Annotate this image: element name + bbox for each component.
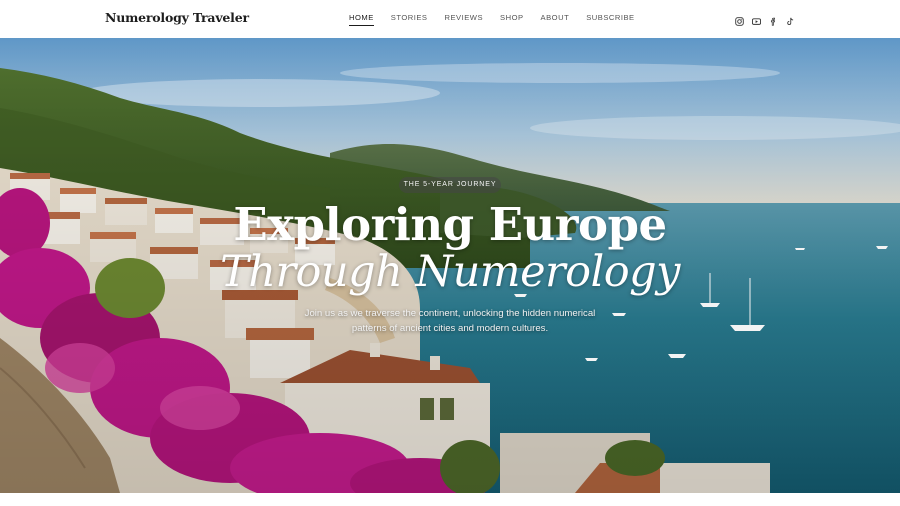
nav-stories[interactable]: STORIES: [391, 13, 428, 26]
hero-overlay: THE 5-YEAR JOURNEY Exploring Europe Thro…: [0, 38, 900, 493]
page-bottom-strip: [0, 493, 900, 506]
nav-subscribe[interactable]: SUBSCRIBE: [586, 13, 634, 26]
hero-section: THE 5-YEAR JOURNEY Exploring Europe Thro…: [0, 38, 900, 493]
hero-title-line2: Through Numerology: [220, 247, 680, 297]
nav-about[interactable]: ABOUT: [541, 13, 570, 26]
social-links: [735, 13, 795, 26]
hero-title-line1: Exploring Europe: [233, 198, 667, 251]
youtube-icon[interactable]: [752, 13, 761, 25]
nav-home[interactable]: HOME: [349, 13, 374, 26]
nav-reviews[interactable]: REVIEWS: [444, 13, 483, 26]
journey-badge: THE 5-YEAR JOURNEY: [399, 177, 501, 193]
nav-shop[interactable]: SHOP: [500, 13, 524, 26]
facebook-icon[interactable]: [769, 13, 778, 26]
main-menu: HOME STORIES REVIEWS SHOP ABOUT SUBSCRIB…: [349, 13, 652, 26]
instagram-icon[interactable]: [735, 13, 744, 26]
brand-logo[interactable]: Numerology Traveler: [105, 10, 249, 25]
tiktok-icon[interactable]: [786, 13, 795, 25]
hero-subtitle: Join us as we traverse the continent, un…: [304, 308, 596, 334]
top-navigation: Numerology Traveler HOME STORIES REVIEWS…: [0, 0, 900, 38]
